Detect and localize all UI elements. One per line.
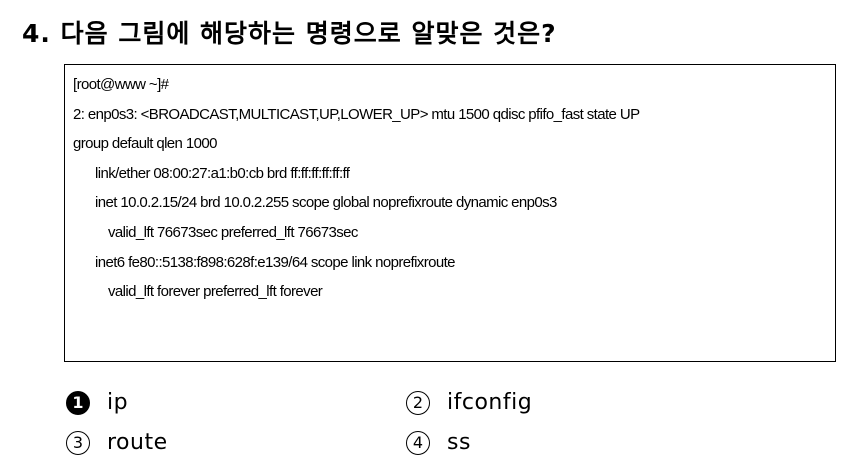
terminal-line: inet 10.0.2.15/24 brd 10.0.2.255 scope g… xyxy=(95,194,557,212)
choice-1-marker-icon: 1 xyxy=(66,390,90,415)
choice-1[interactable]: 1 ip xyxy=(66,390,128,415)
question-heading: 4. 다음 그림에 해당하는 명령으로 알맞은 것은? xyxy=(22,14,557,50)
terminal-line: valid_lft forever preferred_lft forever xyxy=(108,283,323,301)
terminal-line: inet6 fe80::5138:f898:628f:e139/64 scope… xyxy=(95,253,456,271)
terminal-line: 2: enp0s3: <BROADCAST,MULTICAST,UP,LOWER… xyxy=(73,105,640,123)
choice-3-marker-icon: 3 xyxy=(66,430,90,455)
choice-2-label: ifconfig xyxy=(447,390,533,415)
question-text: 다음 그림에 해당하는 명령으로 알맞은 것은? xyxy=(60,19,557,48)
choice-4-label: ss xyxy=(447,430,471,455)
choice-3[interactable]: 3 route xyxy=(66,430,168,455)
choice-1-label: ip xyxy=(107,390,129,415)
terminal-line: valid_lft 76673sec preferred_lft 76673se… xyxy=(108,223,358,241)
choice-3-label: route xyxy=(107,430,168,455)
choice-2-marker-icon: 2 xyxy=(406,390,430,415)
terminal-line: link/ether 08:00:27:a1:b0:cb brd ff:ff:f… xyxy=(95,164,350,182)
terminal-output-box: [root@www ~]# 2: enp0s3: <BROADCAST,MULT… xyxy=(64,64,836,362)
choice-4[interactable]: 4 ss xyxy=(406,430,471,455)
question-number: 4. xyxy=(22,19,51,48)
terminal-line: group default qlen 1000 xyxy=(73,135,217,153)
choice-4-marker-icon: 4 xyxy=(406,430,430,455)
choice-2[interactable]: 2 ifconfig xyxy=(406,390,532,415)
terminal-line: [root@www ~]# xyxy=(73,76,169,93)
